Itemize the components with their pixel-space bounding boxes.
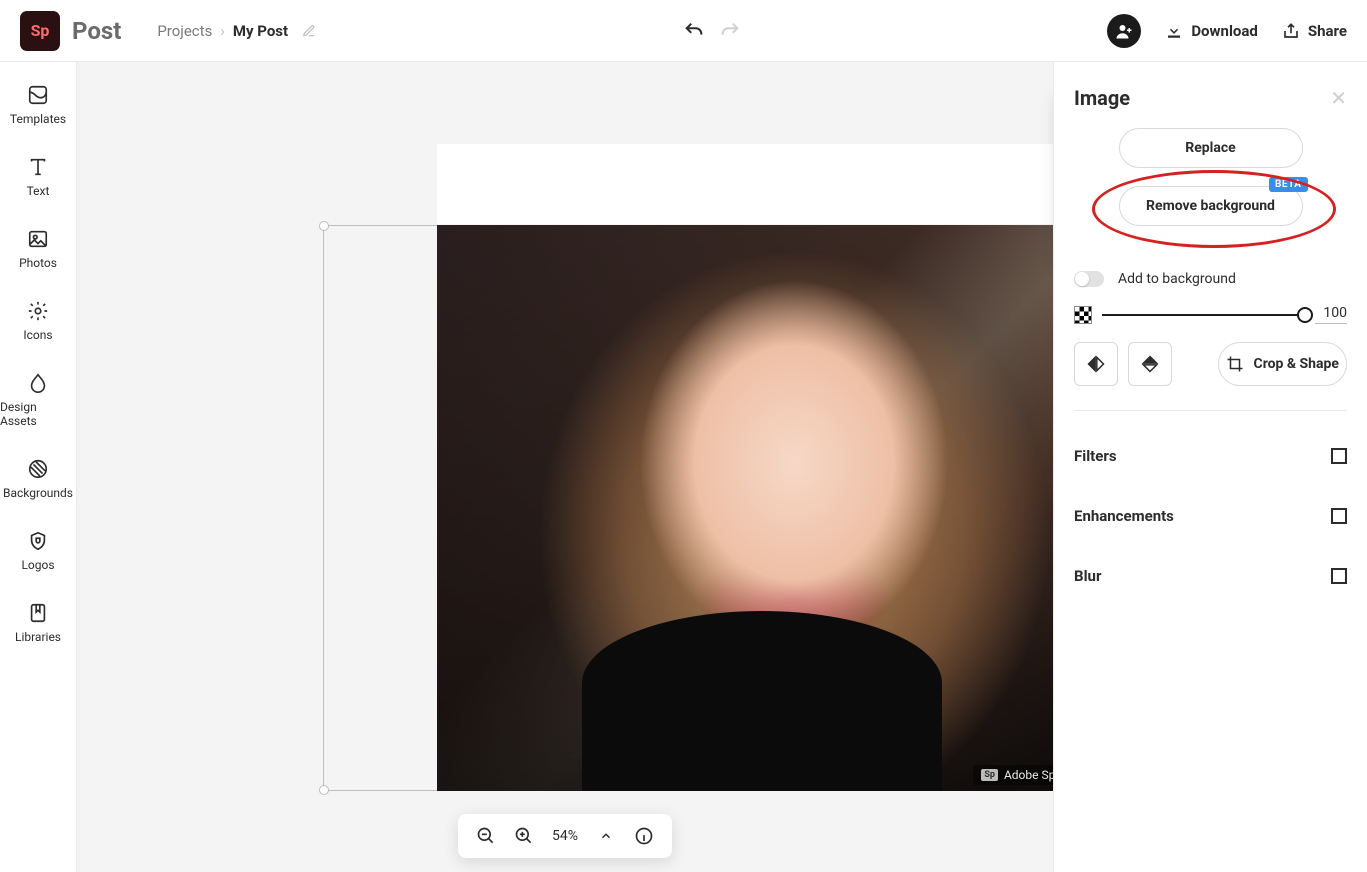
add-to-background-label: Add to background — [1118, 271, 1236, 287]
rail-label: Text — [27, 184, 50, 198]
rail-label: Design Assets — [0, 400, 76, 428]
rail-item-photos[interactable]: Photos — [19, 228, 57, 270]
logo-text: Sp — [31, 21, 50, 40]
flip-vertical-button[interactable] — [1128, 342, 1172, 386]
divider — [1074, 410, 1347, 411]
add-to-background-row: Add to background — [1074, 271, 1347, 287]
rail-item-icons[interactable]: Icons — [23, 300, 52, 342]
opacity-slider[interactable] — [1102, 314, 1305, 316]
undo-button[interactable] — [683, 20, 705, 42]
expand-icon — [1331, 568, 1347, 584]
replace-label: Replace — [1185, 140, 1235, 156]
left-rail: Templates Text Photos Icons Design Asset… — [0, 62, 77, 872]
add-to-background-toggle[interactable] — [1074, 271, 1104, 287]
app-logo[interactable]: Sp — [20, 11, 60, 51]
zoom-out-button[interactable] — [476, 826, 496, 846]
rail-label: Logos — [21, 558, 54, 572]
download-button[interactable]: Download — [1165, 22, 1258, 40]
topbar: Sp Post Projects › My Post Download — [0, 0, 1367, 62]
remove-background-button[interactable]: Remove background BETA — [1119, 186, 1303, 226]
pencil-icon[interactable] — [302, 24, 316, 38]
gear-icon — [27, 300, 49, 322]
app-name: Post — [72, 17, 121, 45]
rail-item-libraries[interactable]: Libraries — [15, 602, 61, 644]
accordion-enhancements[interactable]: Enhancements — [1074, 495, 1347, 537]
topbar-history — [328, 20, 1095, 42]
rail-label: Libraries — [15, 630, 61, 644]
accordion-label: Filters — [1074, 447, 1117, 465]
flip-vertical-icon — [1140, 354, 1160, 374]
crop-icon — [1226, 355, 1244, 373]
watermark: Sp Adobe Spark — [973, 765, 1053, 785]
rail-item-backgrounds[interactable]: Backgrounds — [3, 458, 73, 500]
flip-horizontal-icon — [1086, 354, 1106, 374]
watermark-text: Adobe Spark — [1004, 768, 1053, 782]
rail-label: Icons — [23, 328, 52, 342]
zoom-level: 54% — [552, 828, 578, 844]
rail-item-templates[interactable]: Templates — [10, 84, 66, 126]
accordion-label: Blur — [1074, 567, 1101, 585]
share-button[interactable]: Share — [1282, 22, 1347, 40]
close-panel-button[interactable]: ✕ — [1330, 86, 1347, 110]
selected-image[interactable]: Sp Adobe Spark — [437, 225, 1053, 791]
crop-shape-button[interactable]: Crop & Shape — [1218, 342, 1348, 386]
crop-label: Crop & Shape — [1254, 356, 1339, 372]
opacity-value[interactable]: 100 — [1315, 305, 1347, 324]
bookmark-icon — [27, 602, 49, 624]
hatch-icon — [27, 458, 49, 480]
rail-item-text[interactable]: Text — [27, 156, 50, 198]
zoom-in-button[interactable] — [514, 826, 534, 846]
zoom-menu-button[interactable] — [596, 826, 616, 846]
transform-row: Crop & Shape — [1074, 342, 1347, 386]
resize-handle-tl[interactable] — [319, 221, 329, 231]
chevron-right-icon: › — [220, 22, 225, 40]
topbar-actions: Download Share — [1107, 14, 1347, 48]
slider-thumb[interactable] — [1297, 307, 1313, 323]
panel-title: Image — [1074, 86, 1130, 110]
artboard-top — [437, 144, 1053, 224]
watermark-badge: Sp — [981, 769, 998, 781]
canvas[interactable]: Sp Adobe Spark 54% — [77, 62, 1053, 872]
expand-icon — [1331, 508, 1347, 524]
rail-item-design-assets[interactable]: Design Assets — [0, 372, 76, 428]
drop-icon — [27, 372, 49, 394]
rail-label: Templates — [10, 112, 66, 126]
right-panel: Image ✕ Replace Remove background BETA A… — [1053, 62, 1367, 872]
breadcrumb: Projects › My Post — [157, 22, 316, 40]
remove-bg-label: Remove background — [1146, 198, 1275, 214]
flip-horizontal-button[interactable] — [1074, 342, 1118, 386]
beta-badge: BETA — [1269, 177, 1308, 192]
zoom-bar: 54% — [458, 814, 672, 858]
download-icon — [1165, 22, 1183, 40]
rail-label: Photos — [19, 256, 57, 270]
breadcrumb-root[interactable]: Projects — [157, 22, 212, 40]
replace-button[interactable]: Replace — [1119, 128, 1303, 168]
rail-item-logos[interactable]: Logos — [21, 530, 54, 572]
accordion-filters[interactable]: Filters — [1074, 435, 1347, 477]
transparency-icon — [1074, 306, 1092, 324]
invite-button[interactable] — [1107, 14, 1141, 48]
resize-handle-bl[interactable] — [319, 785, 329, 795]
download-label: Download — [1191, 22, 1258, 40]
zoom-info-button[interactable] — [634, 826, 654, 846]
shield-icon — [27, 530, 49, 552]
pill-group: Replace Remove background BETA — [1074, 128, 1347, 253]
breadcrumb-current: My Post — [233, 22, 288, 40]
accordion-blur[interactable]: Blur — [1074, 555, 1347, 597]
text-icon — [27, 156, 49, 178]
main-layout: Templates Text Photos Icons Design Asset… — [0, 62, 1367, 872]
rail-label: Backgrounds — [3, 486, 73, 500]
accordion-label: Enhancements — [1074, 507, 1174, 525]
redo-button[interactable] — [719, 20, 741, 42]
photos-icon — [27, 228, 49, 250]
share-icon — [1282, 22, 1300, 40]
opacity-row: 100 — [1074, 305, 1347, 324]
share-label: Share — [1308, 22, 1347, 40]
templates-icon — [27, 84, 49, 106]
expand-icon — [1331, 448, 1347, 464]
